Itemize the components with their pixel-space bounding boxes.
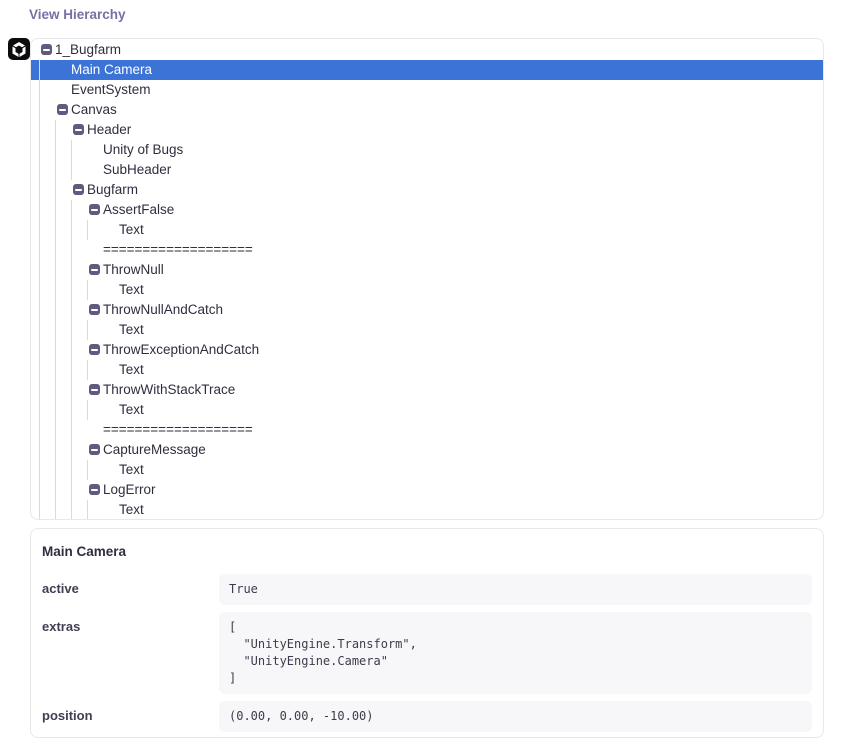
tree-node-row[interactable]: SubHeader: [31, 160, 823, 180]
tree-node-label: ThrowNullAndCatch: [103, 302, 223, 317]
tree-guide-line: [87, 280, 88, 300]
tree-node-label: Main Camera: [71, 62, 152, 77]
tree-node-label: Header: [87, 122, 131, 137]
tree-node-row[interactable]: Text: [31, 360, 823, 380]
collapse-minus-icon[interactable]: [73, 184, 84, 195]
tree-guide-line: [87, 500, 88, 520]
tree-node-label: ===================: [103, 422, 253, 437]
property-name: position: [42, 701, 219, 724]
tree-node-row[interactable]: Unity of Bugs: [31, 140, 823, 160]
tree-node-label: Text: [119, 282, 144, 297]
property-row: activeTrue: [31, 574, 823, 605]
tree-node-label: Text: [119, 222, 144, 237]
tree-node-row[interactable]: ThrowNull: [31, 260, 823, 280]
tree-node-row[interactable]: Text: [31, 400, 823, 420]
collapse-minus-icon[interactable]: [89, 444, 100, 455]
collapse-minus-icon[interactable]: [89, 484, 100, 495]
collapse-minus-icon[interactable]: [89, 344, 100, 355]
tree-node-row[interactable]: AssertFalse: [31, 200, 823, 220]
page-title: View Hierarchy: [29, 7, 126, 22]
tree-node-label: ThrowNull: [103, 262, 164, 277]
tree-separator-row[interactable]: ===================: [31, 240, 823, 260]
tree-node-label: Text: [119, 402, 144, 417]
tree-node-label: CaptureMessage: [103, 442, 206, 457]
tree-node-label: ThrowWithStackTrace: [103, 382, 235, 397]
tree-guide-line: [55, 120, 56, 520]
collapse-minus-icon[interactable]: [89, 264, 100, 275]
detail-panel-title: Main Camera: [31, 529, 823, 561]
tree-node-label: Bugfarm: [87, 182, 138, 197]
property-row: position(0.00, 0.00, -10.00): [31, 701, 823, 732]
hierarchy-tree-panel: 1_Bugfarm Main Camera EventSystem Canvas Hea…: [30, 38, 824, 520]
tree-guide-line: [87, 320, 88, 340]
property-value: True: [219, 574, 812, 605]
tree-guide-line: [39, 60, 40, 520]
tree-node-row[interactable]: Header: [31, 120, 823, 140]
tree-node-row[interactable]: LogError: [31, 480, 823, 500]
tree-node-label: Unity of Bugs: [103, 142, 183, 157]
tree-node-label: Canvas: [71, 102, 117, 117]
tree-node-label: ThrowExceptionAndCatch: [103, 342, 259, 357]
tree-node-row[interactable]: Bugfarm: [31, 180, 823, 200]
collapse-minus-icon[interactable]: [89, 204, 100, 215]
tree-node-row[interactable]: ThrowExceptionAndCatch: [31, 340, 823, 360]
tree-separator-row[interactable]: ===================: [31, 420, 823, 440]
collapse-minus-icon[interactable]: [89, 384, 100, 395]
collapse-minus-icon[interactable]: [57, 104, 68, 115]
tree-node-row[interactable]: ThrowNullAndCatch: [31, 300, 823, 320]
tree-guide-line: [87, 360, 88, 380]
tree-node-label: LogError: [103, 482, 156, 497]
tree-guide-line: [87, 460, 88, 480]
tree-node-row[interactable]: Text: [31, 500, 823, 520]
collapse-minus-icon[interactable]: [41, 44, 52, 55]
tree-node-row[interactable]: ThrowWithStackTrace: [31, 380, 823, 400]
tree-node-row[interactable]: Canvas: [31, 100, 823, 120]
tree-node-label: Text: [119, 322, 144, 337]
property-name: active: [42, 574, 219, 597]
tree-node-row[interactable]: Text: [31, 460, 823, 480]
property-value: [ "UnityEngine.Transform", "UnityEngine.…: [219, 612, 812, 694]
tree-node-label: Text: [119, 502, 144, 517]
tree-node-row[interactable]: CaptureMessage: [31, 440, 823, 460]
tree-node-label: 1_Bugfarm: [55, 42, 121, 57]
tree-node-row[interactable]: Text: [31, 220, 823, 240]
tree-node-row[interactable]: Main Camera: [31, 60, 823, 80]
tree-node-row[interactable]: Text: [31, 280, 823, 300]
collapse-minus-icon[interactable]: [73, 124, 84, 135]
unity-logo-icon: [11, 41, 27, 57]
property-name: extras: [42, 612, 219, 635]
tree-guide-line: [71, 140, 72, 180]
property-value: (0.00, 0.00, -10.00): [219, 701, 812, 732]
tree-guide-line: [71, 200, 72, 520]
tree-node-label: ===================: [103, 242, 253, 257]
tree-guide-line: [87, 220, 88, 240]
tree-node-row[interactable]: EventSystem: [31, 80, 823, 100]
property-row: extras[ "UnityEngine.Transform", "UnityE…: [31, 612, 823, 694]
collapse-minus-icon[interactable]: [89, 304, 100, 315]
tree-node-label: AssertFalse: [103, 202, 174, 217]
tree-node-label: Text: [119, 362, 144, 377]
tree-node-label: SubHeader: [103, 162, 171, 177]
tree-rows: 1_Bugfarm Main Camera EventSystem Canvas Hea…: [31, 40, 823, 520]
tree-guide-line: [87, 400, 88, 420]
unity-app-badge: [8, 38, 30, 60]
tree-node-label: EventSystem: [71, 82, 151, 97]
detail-property-rows: activeTrueextras[ "UnityEngine.Transform…: [31, 574, 823, 732]
selected-node-detail-panel: Main Camera activeTrueextras[ "UnityEngi…: [30, 528, 824, 738]
tree-node-row[interactable]: Text: [31, 320, 823, 340]
tree-node-row[interactable]: 1_Bugfarm: [31, 40, 823, 60]
tree-node-label: Text: [119, 462, 144, 477]
